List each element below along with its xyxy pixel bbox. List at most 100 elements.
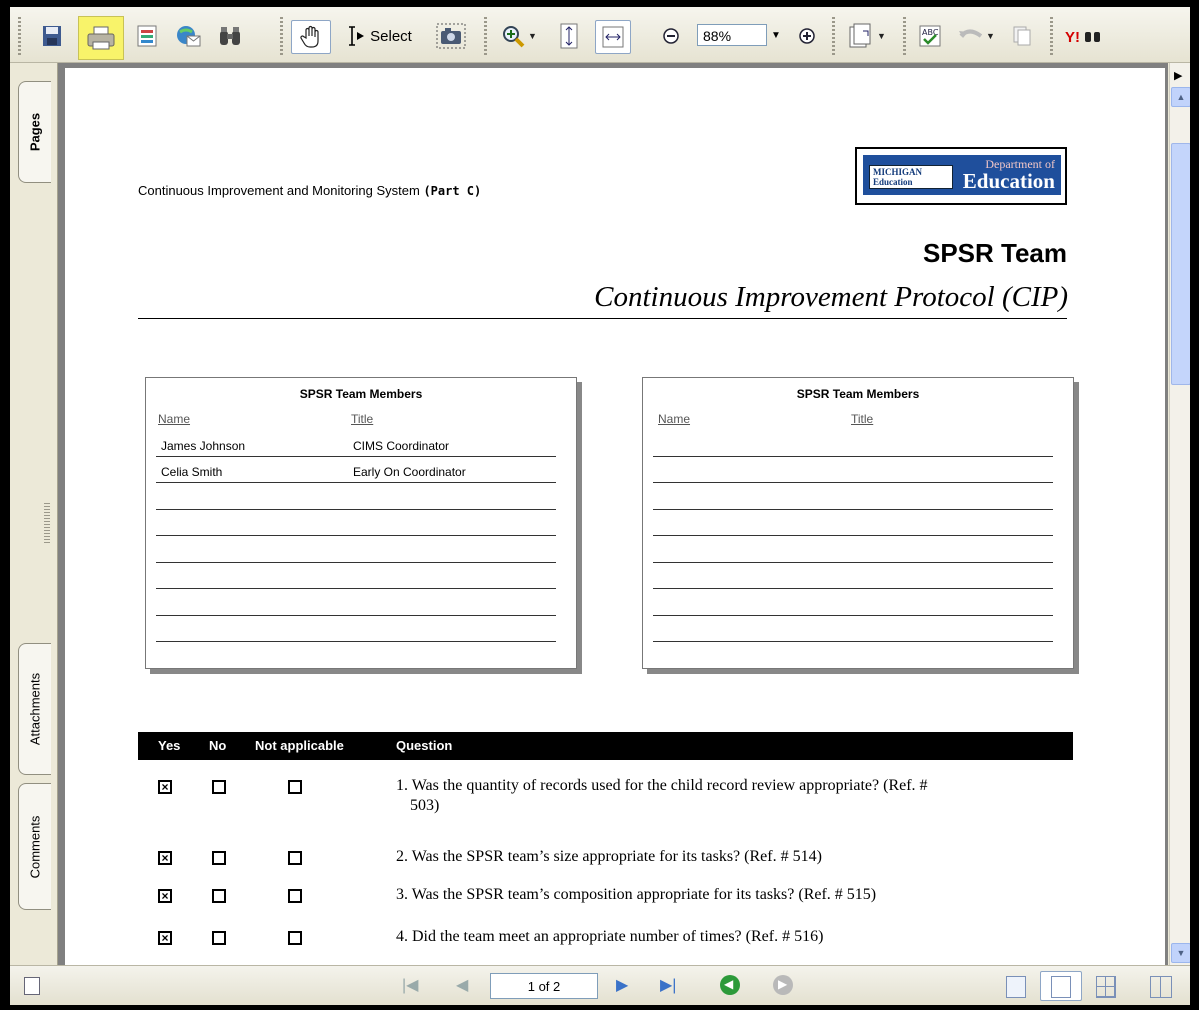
go-forward-button[interactable]: ▶ [773, 975, 793, 995]
zoom-out-icon [663, 28, 679, 44]
form-line [653, 615, 1053, 616]
toolbar-grip-4[interactable] [832, 17, 835, 55]
tab-comments-label: Comments [27, 815, 43, 878]
form-line [653, 482, 1053, 483]
select-tool-button[interactable]: Select [334, 21, 424, 51]
toolbar-grip-2[interactable] [280, 17, 283, 55]
no-checkbox[interactable] [212, 780, 226, 794]
single-page-view-button[interactable] [1006, 976, 1026, 998]
question-table-header: Yes No Not applicable Question [138, 732, 1073, 760]
options-arrow-icon[interactable]: ▶ [1174, 69, 1182, 82]
hand-tool-button[interactable] [291, 20, 331, 54]
no-checkbox[interactable] [212, 889, 226, 903]
page-number-input[interactable]: 1 of 2 [490, 973, 598, 999]
page-display-button[interactable]: ▼ [843, 21, 891, 51]
search-binoculars-icon [220, 27, 240, 45]
vertical-scrollbar[interactable]: ▶ ▲ ▼ [1169, 63, 1190, 965]
email-icon [177, 26, 201, 47]
zoom-dropdown-button[interactable]: ▼ [768, 24, 784, 46]
header-part: (Part C) [423, 184, 482, 198]
scroll-thumb[interactable] [1171, 143, 1190, 385]
yes-checkbox-checked[interactable]: × [158, 851, 172, 865]
save-button[interactable] [37, 21, 67, 51]
yahoo-search-button[interactable]: Y! [1062, 21, 1108, 51]
scroll-up-button[interactable]: ▲ [1171, 87, 1190, 107]
print-button[interactable] [78, 16, 124, 60]
zoom-in-tool-button[interactable]: ▼ [495, 21, 543, 51]
continuous-facing-view-button[interactable] [1150, 976, 1172, 998]
na-column-header: Not applicable [255, 738, 344, 753]
previous-page-button[interactable]: ◀ [456, 975, 468, 995]
form-line [156, 509, 556, 510]
zoom-tool-dropdown-arrow[interactable]: ▼ [528, 31, 537, 41]
continuous-view-button[interactable] [1040, 971, 1082, 1001]
toolbar-grip-6[interactable] [1050, 17, 1053, 55]
copy-icon [1013, 26, 1031, 46]
select-tool-icon [349, 26, 365, 46]
facing-view-button[interactable] [1096, 976, 1116, 998]
team-members-box-left: SPSR Team Members Name Title James Johns… [145, 377, 577, 669]
spellcheck-button[interactable]: ABC [915, 21, 945, 51]
na-checkbox[interactable] [288, 931, 302, 945]
fit-width-button[interactable] [595, 20, 631, 54]
na-checkbox[interactable] [288, 851, 302, 865]
tab-comments[interactable]: Comments [18, 783, 51, 910]
scroll-down-button[interactable]: ▼ [1171, 943, 1190, 963]
pdf-reader-window: Select ▼ 88% ▼ ▼ ABC ▼ Y! Pages Attachme… [10, 7, 1190, 1005]
organizer-button[interactable] [132, 21, 162, 51]
member-title: CIMS Coordinator [353, 439, 450, 453]
toolbar-grip-3[interactable] [484, 17, 487, 55]
zoom-in-button[interactable] [795, 21, 819, 51]
undo-dropdown-arrow[interactable]: ▼ [986, 31, 995, 41]
document-viewport[interactable]: Continuous Improvement and Monitoring Sy… [58, 63, 1168, 965]
back-arrow-icon: ◀ [724, 977, 734, 991]
snapshot-icon [436, 23, 466, 49]
tab-pages[interactable]: Pages [18, 81, 51, 183]
yes-checkbox-checked[interactable]: × [158, 931, 172, 945]
undo-button[interactable]: ▼ [952, 21, 1000, 51]
zoom-out-button[interactable] [659, 21, 683, 51]
na-checkbox[interactable] [288, 889, 302, 903]
email-button[interactable] [173, 21, 203, 51]
yes-checkbox-checked[interactable]: × [158, 889, 172, 903]
actual-size-button[interactable] [557, 21, 581, 51]
panel-resize-handle[interactable] [44, 503, 50, 543]
question-row: × 1. Was the quantity of records used fo… [138, 773, 1073, 823]
na-checkbox[interactable] [288, 780, 302, 794]
first-page-button[interactable]: |◀ [402, 975, 418, 995]
next-page-button[interactable]: ▶ [616, 975, 628, 995]
yes-checkbox-checked[interactable]: × [158, 780, 172, 794]
no-checkbox[interactable] [212, 931, 226, 945]
undo-icon [959, 29, 983, 38]
chevron-up-icon: ▲ [1176, 92, 1186, 102]
member-title: Early On Coordinator [353, 465, 466, 479]
document-page: Continuous Improvement and Monitoring Sy… [65, 68, 1165, 965]
no-checkbox[interactable] [212, 851, 226, 865]
previous-page-icon: ◀ [456, 977, 469, 994]
members-box-title: SPSR Team Members [796, 387, 920, 401]
no-column-header: No [209, 738, 227, 753]
status-bar: |◀ ◀ 1 of 2 ▶ ▶| ◀ ▶ [10, 965, 1190, 1005]
team-members-box-right: SPSR Team Members Name Title [642, 377, 1074, 669]
title-rule [138, 318, 1067, 319]
search-button[interactable] [215, 21, 245, 51]
tab-attachments[interactable]: Attachments [18, 643, 51, 775]
toolbar-grip-5[interactable] [903, 17, 906, 55]
last-page-icon: ▶| [660, 977, 677, 994]
copy-button[interactable] [1008, 21, 1036, 51]
toolbar-grip[interactable] [18, 17, 21, 55]
name-column-header: Name [158, 412, 191, 426]
form-line [653, 562, 1053, 563]
snapshot-button[interactable] [434, 21, 468, 51]
members-box-title: SPSR Team Members [299, 387, 423, 401]
page-display-dropdown-arrow[interactable]: ▼ [877, 31, 886, 41]
page-rotate-icon [849, 23, 871, 48]
page-size-icon[interactable] [24, 977, 40, 995]
form-line [156, 588, 556, 589]
question-row: × 4. Did the team meet an appropriate nu… [138, 924, 1073, 954]
last-page-button[interactable]: ▶| [660, 975, 676, 995]
go-back-button[interactable]: ◀ [720, 975, 740, 995]
chevron-down-icon: ▼ [1176, 948, 1186, 958]
question-text: 1. Was the quantity of records used for … [396, 777, 928, 814]
zoom-input[interactable]: 88% [697, 24, 767, 46]
